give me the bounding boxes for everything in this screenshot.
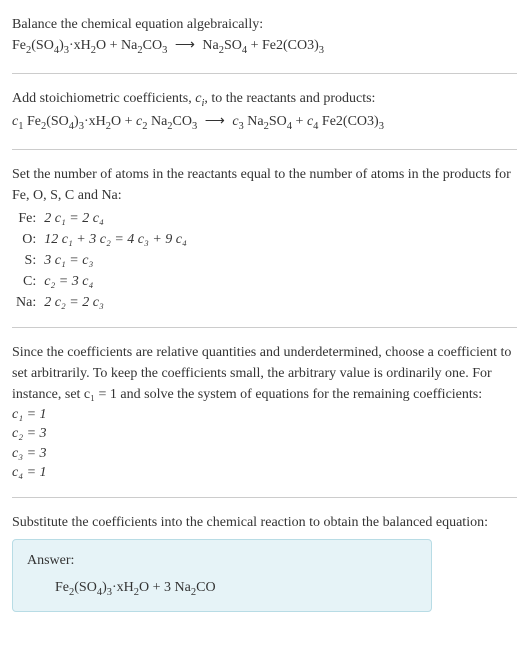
divider [12,497,517,498]
unbalanced-equation: Fe2(SO4)3·xH2O + Na2CO3 ⟶ Na2SO4 + Fe2(C… [12,35,517,59]
element-cell: C: [12,271,40,292]
t: Fe [12,38,26,53]
answer-label: Answer: [27,550,417,571]
t: (SO [31,38,54,53]
t: SO [224,38,242,53]
t: Fe2(CO3) [318,114,378,129]
step2-text: Set the number of atoms in the reactants… [12,164,517,206]
coef-equation: c1 Fe2(SO4)3·xH2O + c2 Na2CO3 ⟶ c3 Na2SO… [12,111,517,135]
step1-text: Add stoichiometric coefficients, ci, to … [12,88,517,112]
element-cell: Na: [12,292,40,313]
intro-section: Balance the chemical equation algebraica… [12,8,517,65]
table-row: O:12 c₁ + 3 c₂ = 4 c₃ + 9 c₄ [12,229,191,250]
step1-section: Add stoichiometric coefficients, ci, to … [12,82,517,141]
t: ·xH [112,580,134,595]
sub: 3 [379,121,384,132]
step4-section: Substitute the coefficients into the che… [12,506,517,618]
divider [12,73,517,74]
t: CO [143,38,162,53]
divider [12,327,517,328]
t: ·xH [84,114,106,129]
balanced-equation: Fe2(SO4)3·xH2O + 3 Na2CO [27,577,417,601]
arrow-icon: ⟶ [175,38,195,53]
t: Fe [23,114,41,129]
step4-text: Substitute the coefficients into the che… [12,512,517,533]
divider [12,149,517,150]
atoms-table: Fe:2 c₁ = 2 c₄ O:12 c₁ + 3 c₂ = 4 c₃ + 9… [12,208,191,313]
t: (SO [46,114,69,129]
t: ·xH [69,38,91,53]
table-row: C:c₂ = 3 c₄ [12,271,191,292]
t: SO [269,114,287,129]
step3-section: Since the coefficients are relative quan… [12,336,517,489]
t: CO [196,580,215,595]
t: + Fe2(CO3) [247,38,319,53]
sub: 3 [162,45,167,56]
t: CO [173,114,192,129]
arrow-icon: ⟶ [205,114,225,129]
equation-cell: 2 c₂ = 2 c₃ [40,292,191,313]
intro-text: Balance the chemical equation algebraica… [12,14,517,35]
element-cell: O: [12,229,40,250]
t: O + 3 Na [139,580,191,595]
table-row: Fe:2 c₁ = 2 c₄ [12,208,191,229]
answer-box: Answer: Fe2(SO4)3·xH2O + 3 Na2CO [12,539,432,612]
t: O + Na [96,38,137,53]
element-cell: S: [12,250,40,271]
t: Na [202,38,218,53]
step2-section: Set the number of atoms in the reactants… [12,158,517,319]
t: (SO [74,580,97,595]
equation-cell: 12 c₁ + 3 c₂ = 4 c₃ + 9 c₄ [40,229,191,250]
sub: 3 [192,121,197,132]
table-row: Na:2 c₂ = 2 c₃ [12,292,191,313]
table-row: S:3 c₁ = c₃ [12,250,191,271]
t: Add stoichiometric coefficients, [12,91,195,106]
step3-text: Since the coefficients are relative quan… [12,342,517,405]
coef-value: c₁ = 1 [12,405,517,425]
t: O + [111,114,136,129]
coef-value: c₃ = 3 [12,444,517,464]
t: Na [244,114,264,129]
equation-cell: c₂ = 3 c₄ [40,271,191,292]
equation-cell: 2 c₁ = 2 c₄ [40,208,191,229]
t: Fe [55,580,69,595]
coef-value: c₂ = 3 [12,424,517,444]
equation-cell: 3 c₁ = c₃ [40,250,191,271]
t: Na [147,114,167,129]
sub: 3 [319,45,324,56]
t: , to the reactants and products: [204,91,375,106]
coef-value: c₄ = 1 [12,463,517,483]
element-cell: Fe: [12,208,40,229]
t: + [292,114,307,129]
